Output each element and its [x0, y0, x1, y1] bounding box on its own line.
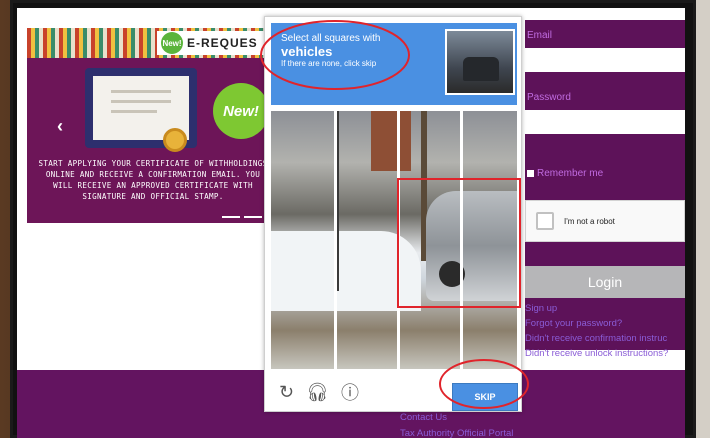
carousel-prev-button[interactable]: ‹	[57, 116, 63, 137]
login-button[interactable]: Login	[525, 266, 685, 298]
recaptcha-label: I'm not a robot	[564, 216, 615, 226]
carousel-indicators[interactable]	[222, 216, 262, 218]
email-label: Email	[527, 30, 553, 41]
captcha-example-image	[445, 29, 515, 95]
recaptcha-checkbox[interactable]	[536, 212, 554, 230]
promo-carousel: New! E-REQUES New! ‹ START APPLYING YOUR…	[27, 28, 269, 223]
login-panel: Email Password Remember me I'm not a rob…	[525, 20, 685, 359]
banner-title: E-REQUES	[187, 36, 258, 50]
carousel-banner: New! E-REQUES	[27, 28, 267, 58]
contact-us-link[interactable]: Contact Us	[400, 412, 447, 423]
captcha-challenge: Select all squares with vehicles If ther…	[264, 16, 522, 412]
signup-link[interactable]: Sign up	[525, 301, 685, 316]
portal-link[interactable]: Tax Authority Official Portal	[400, 428, 513, 438]
seal-icon	[163, 128, 187, 152]
skip-button[interactable]: SKIP	[452, 383, 518, 411]
password-label: Password	[527, 92, 571, 103]
forgot-password-link[interactable]: Forgot your password?	[525, 316, 685, 331]
car-in-grid	[426, 191, 517, 301]
captcha-header: Select all squares with vehicles If ther…	[271, 23, 517, 105]
new-badge: New!	[213, 83, 269, 139]
login-links: Sign up Forgot your password? Didn't rec…	[525, 301, 685, 361]
info-icon[interactable]: ⓘ	[341, 379, 359, 405]
unlock-link[interactable]: Didn't receive unlock instructions?	[525, 346, 685, 361]
banner-title-box: New! E-REQUES	[157, 31, 267, 55]
remember-me-checkbox[interactable]: Remember me	[527, 168, 603, 179]
headphones-icon[interactable]: 🎧︎	[306, 382, 329, 403]
password-field[interactable]	[525, 110, 685, 134]
captcha-image-grid[interactable]	[271, 111, 517, 369]
confirmation-link[interactable]: Didn't receive confirmation instruc	[525, 331, 685, 346]
email-field[interactable]	[525, 48, 685, 72]
remember-me-label: Remember me	[537, 168, 604, 179]
checkbox-icon[interactable]	[527, 170, 534, 177]
recaptcha-widget: I'm not a robot	[525, 200, 685, 242]
carousel-description: START APPLYING YOUR CERTIFICATE OF WITHH…	[38, 159, 268, 201]
reload-icon[interactable]: ↻	[279, 382, 294, 403]
banner-new-badge: New!	[161, 32, 183, 54]
browser-page: New! E-REQUES New! ‹ START APPLYING YOUR…	[17, 8, 685, 438]
